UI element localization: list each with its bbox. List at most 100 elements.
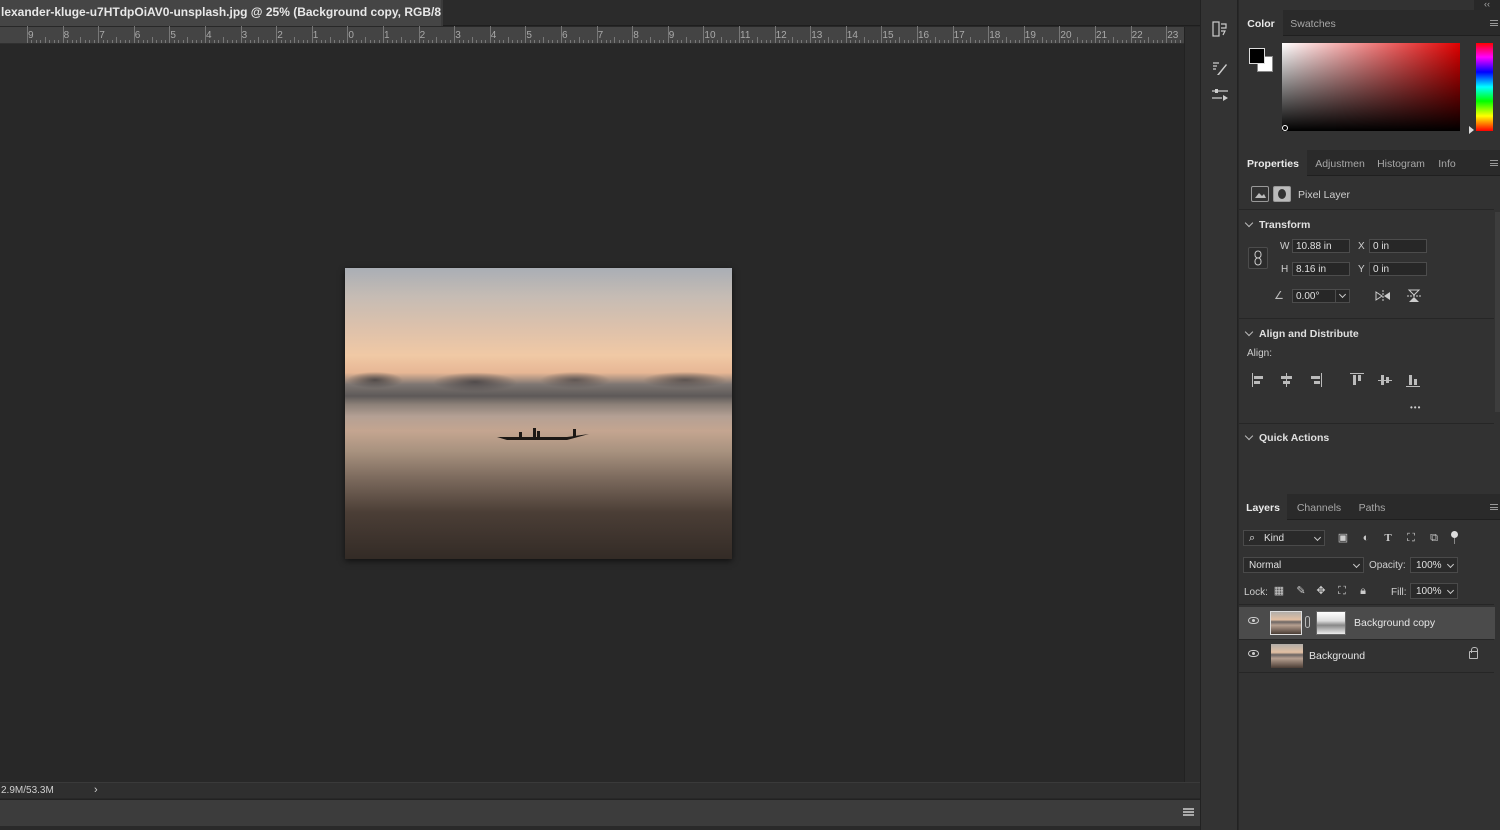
ruler-minor-tick xyxy=(1090,40,1092,43)
blend-mode-dropdown[interactable]: Normal xyxy=(1243,557,1364,573)
ruler-minor-tick xyxy=(805,40,807,43)
ruler-minor-tick xyxy=(592,40,594,43)
tab-layers[interactable]: Layers xyxy=(1239,494,1287,521)
ruler-minor-tick xyxy=(654,40,656,43)
ruler-minor-tick xyxy=(574,40,576,43)
ruler-minor-tick xyxy=(1099,40,1101,43)
collapse-panels-icon[interactable]: ‹‹ xyxy=(1474,0,1500,10)
lock-artboard-icon[interactable]: ⛶ xyxy=(1336,585,1348,597)
document-tab[interactable]: lexander-kluge-u7HTdpOiAV0-unsplash.jpg … xyxy=(0,0,443,26)
filter-type-layers-icon[interactable]: T xyxy=(1381,532,1395,545)
hue-slider[interactable] xyxy=(1476,43,1493,131)
tab-color[interactable]: Color xyxy=(1239,10,1283,37)
ruler-minor-tick xyxy=(863,37,865,43)
layer-row[interactable]: Background copy xyxy=(1239,607,1495,639)
tab-info[interactable]: Info xyxy=(1433,150,1461,176)
ruler-minor-tick xyxy=(685,37,687,43)
filter-smart-objects-icon[interactable]: ⧉ xyxy=(1427,532,1441,545)
ruler-minor-tick xyxy=(836,40,838,43)
align-bottom-edges-icon[interactable] xyxy=(1406,373,1420,387)
ruler-minor-tick xyxy=(859,40,861,43)
status-menu-arrow[interactable]: › xyxy=(94,784,98,796)
filter-adjustment-layers-icon[interactable]: ◐ xyxy=(1359,532,1373,545)
tab-paths[interactable]: Paths xyxy=(1351,494,1393,520)
tab-properties[interactable]: Properties xyxy=(1239,150,1307,177)
fill-field[interactable]: 100% xyxy=(1410,583,1458,599)
panel-menu-icon[interactable] xyxy=(1490,20,1498,26)
filter-pixel-layers-icon[interactable]: ▣ xyxy=(1336,532,1350,545)
foreground-color-swatch[interactable] xyxy=(1249,48,1265,64)
ruler-tick xyxy=(347,26,349,43)
layer-mask-thumbnail[interactable] xyxy=(1316,611,1346,635)
filter-toggle-icon[interactable] xyxy=(1450,531,1458,545)
tab-adjustments[interactable]: Adjustmen xyxy=(1311,150,1369,176)
ruler-minor-tick xyxy=(681,40,683,43)
image-clouds xyxy=(345,360,732,400)
ruler-label: 14 xyxy=(846,30,858,41)
hue-slider-pointer[interactable] xyxy=(1469,126,1474,134)
panel-scrollbar[interactable] xyxy=(1495,212,1500,412)
tab-histogram[interactable]: Histogram xyxy=(1373,150,1429,176)
vertical-scrollbar[interactable] xyxy=(1184,27,1200,782)
align-top-edges-icon[interactable] xyxy=(1350,373,1364,387)
adjustments-sliders-icon[interactable] xyxy=(1208,86,1232,110)
ruler-minor-tick xyxy=(578,37,580,43)
visibility-eye-icon[interactable] xyxy=(1248,617,1259,624)
history-icon[interactable] xyxy=(1208,20,1232,44)
align-right-edges-icon[interactable] xyxy=(1308,373,1322,387)
ruler-minor-tick xyxy=(872,40,874,43)
flip-horizontal-icon[interactable] xyxy=(1374,289,1392,306)
layer-row[interactable]: Background xyxy=(1239,640,1495,672)
height-field[interactable]: 8.16 in xyxy=(1292,262,1350,276)
layer-thumbnail[interactable] xyxy=(1271,644,1303,668)
quick-actions-section-header[interactable]: Quick Actions xyxy=(1244,431,1329,444)
ruler-minor-tick xyxy=(89,40,91,43)
ruler-tick xyxy=(240,26,242,43)
layer-name[interactable]: Background copy xyxy=(1354,617,1435,629)
ruler-tick xyxy=(667,26,669,43)
ruler-minor-tick xyxy=(1037,40,1039,43)
panel-menu-icon[interactable] xyxy=(1490,504,1498,510)
panel-menu-icon[interactable] xyxy=(1490,160,1498,166)
transform-section-header[interactable]: Transform xyxy=(1244,218,1310,231)
color-picker-field[interactable] xyxy=(1282,43,1460,131)
layer-filter-kind-dropdown[interactable]: ⌕ Kind xyxy=(1243,530,1325,546)
align-vertical-centers-icon[interactable] xyxy=(1378,373,1392,387)
color-picker-marker[interactable] xyxy=(1282,125,1288,131)
ruler-minor-tick xyxy=(120,40,122,43)
y-field[interactable]: 0 in xyxy=(1369,262,1427,276)
lock-position-icon[interactable]: ✥ xyxy=(1315,585,1327,597)
tab-swatches[interactable]: Swatches xyxy=(1283,10,1343,36)
opacity-field[interactable]: 100% xyxy=(1410,557,1458,573)
align-horizontal-centers-icon[interactable] xyxy=(1280,373,1294,387)
ruler-minor-tick xyxy=(245,40,247,43)
mask-link-icon[interactable] xyxy=(1305,616,1310,628)
tab-channels[interactable]: Channels xyxy=(1291,494,1347,520)
layer-name[interactable]: Background xyxy=(1309,650,1365,662)
align-left-edges-icon[interactable] xyxy=(1252,373,1266,387)
ruler-minor-tick xyxy=(449,40,451,43)
width-field[interactable]: 10.88 in xyxy=(1292,239,1350,253)
ruler-minor-tick xyxy=(209,40,211,43)
ruler-minor-tick xyxy=(129,40,131,43)
align-label: Align: xyxy=(1247,348,1273,359)
filter-shape-layers-icon[interactable]: ⛶ xyxy=(1404,532,1418,545)
horizontal-ruler[interactable]: 9 8 7 6 5 4 3 2 1 0 1 2 3 4 5 6 7 8 9 10 11 12 13 14 15 16 17 18 19 2… xyxy=(0,26,1199,44)
x-field[interactable]: 0 in xyxy=(1369,239,1427,253)
angle-field[interactable]: 0.00° xyxy=(1292,289,1336,303)
lock-image-pixels-icon[interactable]: ✎ xyxy=(1295,585,1307,597)
link-proportions-button[interactable] xyxy=(1248,247,1268,269)
chevron-down-icon xyxy=(1244,431,1254,441)
angle-dropdown[interactable] xyxy=(1335,289,1350,303)
layer-thumbnail[interactable] xyxy=(1270,611,1302,635)
ruler-minor-tick xyxy=(743,40,745,43)
brush-settings-icon[interactable] xyxy=(1208,59,1232,83)
lock-all-icon[interactable]: 🔒︎ xyxy=(1357,585,1369,597)
document-image[interactable] xyxy=(345,268,732,559)
visibility-eye-icon[interactable] xyxy=(1248,650,1259,657)
align-distribute-section-header[interactable]: Align and Distribute xyxy=(1244,327,1359,340)
lock-transparent-pixels-icon[interactable]: ▦ xyxy=(1273,585,1285,597)
hamburger-menu-icon[interactable] xyxy=(1183,808,1194,816)
more-options-icon[interactable]: ••• xyxy=(1410,403,1421,412)
flip-vertical-icon[interactable] xyxy=(1406,288,1422,307)
